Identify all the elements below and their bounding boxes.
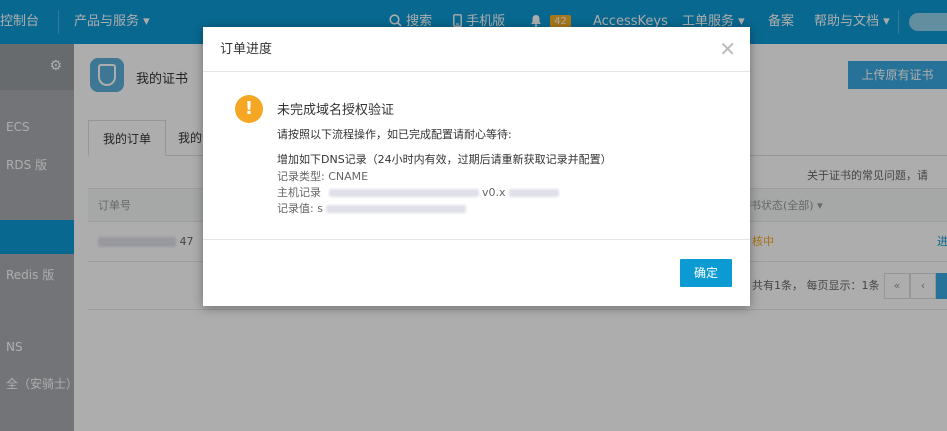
- order-progress-dialog: 订单进度 ✕ ! 未完成域名授权验证 请按照以下流程操作，如已完成配置请耐心等待…: [203, 27, 750, 306]
- record-type-label: 记录类型:: [277, 170, 325, 183]
- dns-heading: 增加如下DNS记录（24小时内有效，过期后请重新获取记录并配置）: [277, 153, 612, 166]
- warning-icon: !: [235, 95, 263, 123]
- message-instruction: 请按照以下流程操作，如已完成配置请耐心等待:: [277, 128, 512, 141]
- dialog-footer: 确定: [203, 239, 750, 306]
- host-record-partial: v0.x: [482, 186, 506, 199]
- close-icon[interactable]: ✕: [719, 35, 736, 63]
- dialog-header: 订单进度 ✕: [203, 27, 750, 72]
- dialog-title: 订单进度: [220, 42, 273, 57]
- record-value-row: 记录值: s: [277, 200, 467, 216]
- redacted-text: [509, 189, 560, 197]
- redacted-text: [326, 205, 467, 213]
- record-type-value: CNAME: [328, 170, 369, 183]
- record-value-label: 记录值:: [277, 202, 314, 215]
- record-value-partial: s: [317, 202, 323, 215]
- record-type-row: 记录类型: CNAME: [277, 168, 368, 184]
- confirm-button[interactable]: 确定: [680, 259, 732, 287]
- host-record-row: 主机记录 v0.x: [277, 184, 560, 200]
- redacted-text: [328, 189, 479, 197]
- message-title: 未完成域名授权验证: [277, 103, 395, 118]
- host-record-label: 主机记录: [277, 186, 321, 199]
